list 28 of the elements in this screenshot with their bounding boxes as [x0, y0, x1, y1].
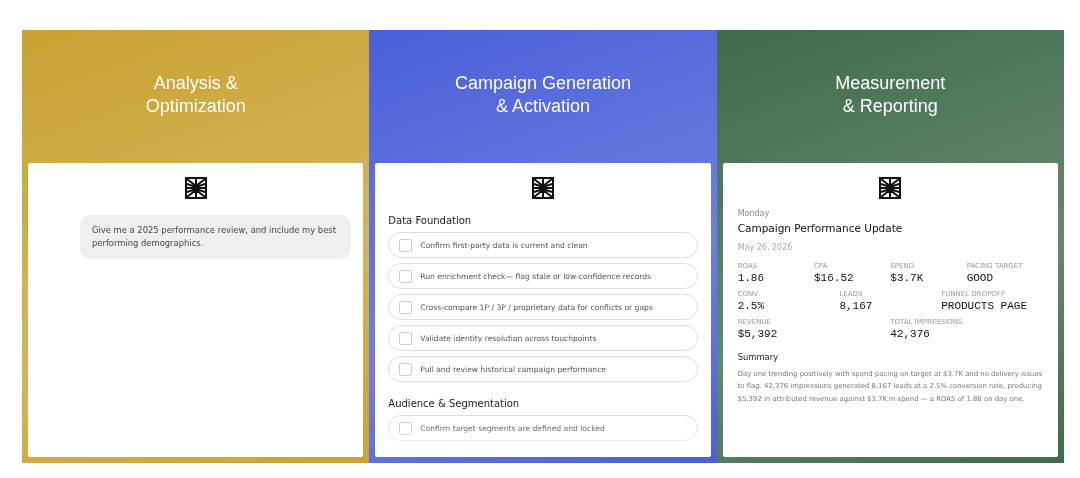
checkbox[interactable] — [399, 238, 413, 252]
metric-value: $3.7K — [890, 272, 925, 284]
checkbox[interactable] — [399, 300, 413, 314]
metric-value: 42,376 — [890, 328, 931, 340]
metric-value: 2.5% — [737, 300, 766, 312]
panel-title: Analysis & Optimization — [144, 72, 247, 118]
logo-icon — [532, 177, 554, 199]
metric-value: GOOD — [966, 272, 995, 284]
checkbox[interactable] — [399, 421, 413, 435]
panel-title: Measurement & Reporting — [834, 72, 947, 118]
metric-value: $16.52 — [814, 272, 855, 284]
metric-value: $5,392 — [737, 328, 779, 340]
logo-icon — [879, 177, 902, 199]
report-title: Campaign Performance Update — [737, 222, 904, 234]
checkbox[interactable] — [399, 331, 413, 345]
section-heading: Audience & Segmentation — [388, 398, 521, 409]
checkbox[interactable] — [399, 362, 413, 376]
section-heading: Data Foundation — [388, 215, 473, 226]
metric-value: PRODUCTS PAGE — [941, 300, 1029, 312]
metric-value: 1.86 — [737, 272, 766, 284]
chat-message: Give me a 2025 performance review, and include my best performing demographics. — [80, 215, 352, 259]
summary-heading: Summary — [737, 352, 780, 362]
metric-value: 8,167 — [839, 300, 874, 312]
panel-title: Campaign Generation & Activation — [453, 72, 633, 118]
checkbox[interactable] — [399, 269, 413, 283]
report-date: May 26, 2026 — [737, 243, 794, 252]
day-label: Monday — [737, 209, 771, 218]
logo-icon — [184, 177, 207, 199]
